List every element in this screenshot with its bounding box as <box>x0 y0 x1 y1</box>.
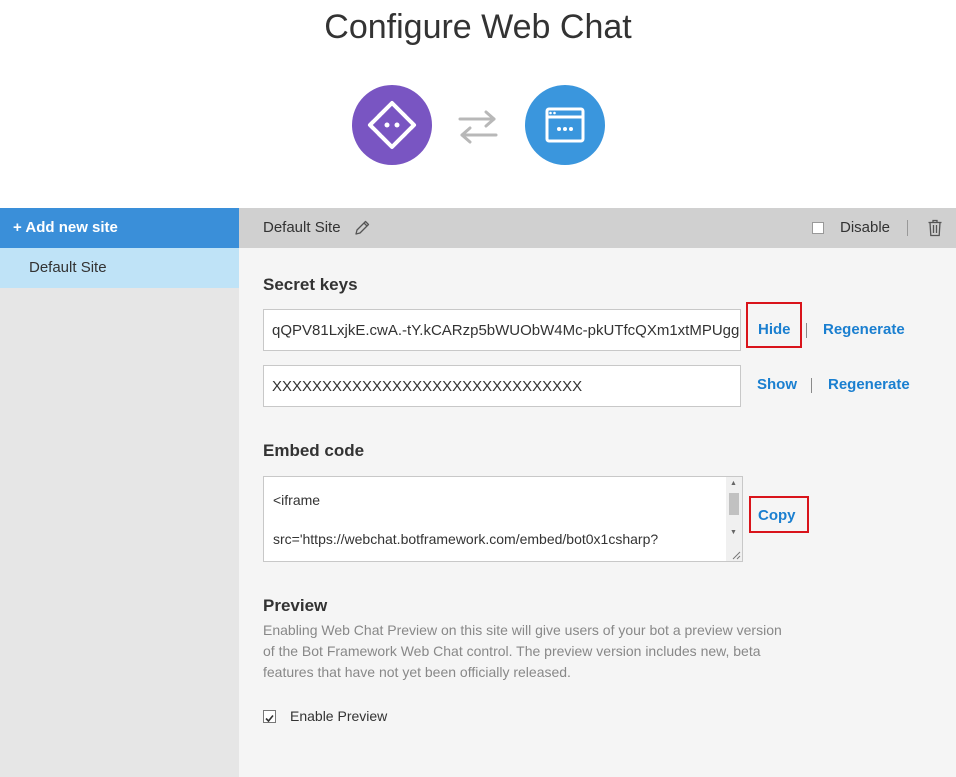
sidebar: + Add new site Default Site <box>0 208 239 777</box>
embed-code-line-1: <iframe <box>273 492 321 508</box>
enable-preview-label: Enable Preview <box>290 708 388 724</box>
page-title: Configure Web Chat <box>324 8 632 46</box>
regenerate-key-2-button[interactable]: Regenerate <box>828 375 910 395</box>
highlight-hide <box>746 302 802 348</box>
show-key-button[interactable]: Show <box>757 375 797 395</box>
sidebar-item-default-site[interactable]: Default Site <box>0 248 239 288</box>
enable-preview-checkbox[interactable] <box>263 710 276 723</box>
secret-keys-title: Secret keys <box>263 275 358 294</box>
preview-title: Preview <box>263 596 328 615</box>
embed-code-textarea[interactable]: <iframe src='https://webchat.botframewor… <box>263 476 743 562</box>
site-name: Default Site <box>263 219 341 236</box>
trash-icon[interactable] <box>927 219 943 242</box>
bot-code-icon <box>352 85 432 165</box>
key-1-divider <box>806 323 807 338</box>
site-settings-panel: Default Site Disable Secret keys qQPV81L… <box>239 208 956 777</box>
embed-code-title: Embed code <box>263 441 365 460</box>
add-new-site-button[interactable]: + Add new site <box>0 208 239 248</box>
secret-key-2-field[interactable]: XXXXXXXXXXXXXXXXXXXXXXXXXXXXXXX <box>263 365 741 407</box>
page: Configure Web Chat + Add new site Defaul… <box>0 0 956 777</box>
secret-key-1-field[interactable]: qQPV81LxjkE.cwA.-tY.kCARzp5bWUObW4Mc-pkU… <box>263 309 741 351</box>
regenerate-key-1-button[interactable]: Regenerate <box>823 320 905 340</box>
web-window-icon <box>525 85 605 165</box>
scroll-down-icon[interactable]: ▼ <box>730 529 737 536</box>
scroll-thumb[interactable] <box>729 493 739 515</box>
checkmark-icon <box>265 714 274 723</box>
preview-description: Enabling Web Chat Preview on this site w… <box>263 622 782 680</box>
scroll-up-icon[interactable]: ▲ <box>730 480 737 487</box>
disable-checkbox[interactable] <box>812 222 824 234</box>
key-2-divider <box>811 378 812 393</box>
site-header: Default Site Disable <box>239 208 956 248</box>
header-divider <box>907 220 908 236</box>
channel-icons <box>352 85 605 165</box>
highlight-copy <box>749 496 809 533</box>
embed-code-line-2: src='https://webchat.botframework.com/em… <box>273 531 659 547</box>
swap-arrows-icon <box>456 107 500 152</box>
embed-scrollbar[interactable]: ▲ ▼ <box>726 477 742 561</box>
resize-grip-icon[interactable] <box>731 550 741 560</box>
disable-label: Disable <box>840 219 891 236</box>
edit-pencil-icon[interactable] <box>353 219 371 242</box>
